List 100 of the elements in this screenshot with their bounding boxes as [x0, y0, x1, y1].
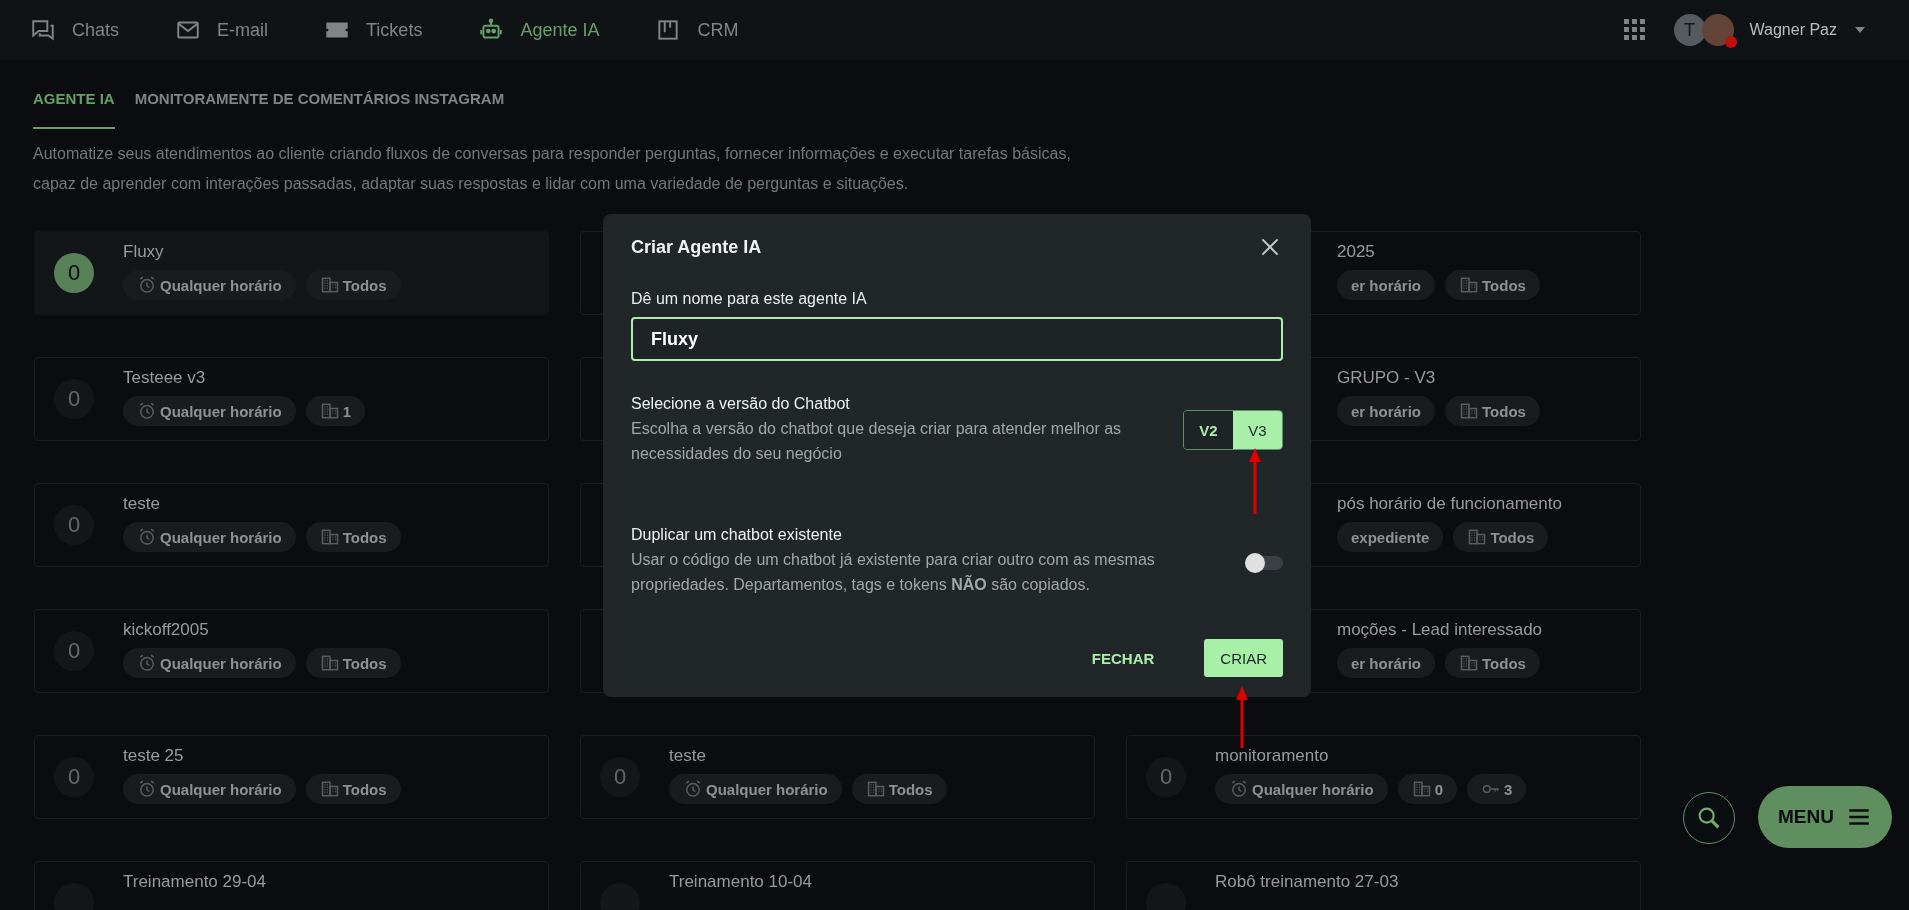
agent-card[interactable]: 0 teste 25 Qualquer horário Todos — [34, 735, 549, 819]
user-menu[interactable]: Wagner Paz — [1749, 21, 1837, 39]
department-chip: Todos — [305, 648, 401, 678]
building-icon — [319, 779, 340, 799]
nav-item[interactable]: Agente IA — [478, 17, 600, 43]
alarm-clock-icon — [137, 275, 157, 295]
apps-grid-icon[interactable] — [1623, 19, 1646, 41]
schedule-chip: er horário — [1337, 396, 1436, 426]
count-avatar: 0 — [54, 757, 94, 797]
agent-name: teste — [669, 746, 706, 766]
agent-name: 2025 — [1337, 242, 1375, 262]
agent-name: Testeee v3 — [123, 368, 206, 388]
count-avatar: 0 — [54, 631, 94, 671]
building-icon — [319, 527, 340, 547]
agent-card[interactable]: Robô treinamento 27-03 — [1126, 861, 1641, 910]
alarm-clock-icon — [137, 779, 157, 799]
department-chip: Todos — [851, 774, 947, 804]
agent-card[interactable]: 0 monitoramento Qualquer horário 0 3 — [1126, 735, 1641, 819]
agent-name: Fluxy — [123, 242, 164, 262]
count-avatar: 0 — [54, 253, 94, 293]
alarm-clock-icon — [137, 653, 157, 673]
agent-name: Treinamento 10-04 — [669, 872, 812, 892]
menu-button[interactable]: MENU — [1758, 786, 1892, 848]
department-chip: Todos — [305, 522, 401, 552]
profile-photo-placeholder — [1701, 14, 1734, 46]
annotation-arrow — [1236, 686, 1248, 748]
annotation-arrow — [1249, 448, 1261, 514]
alarm-clock-icon — [137, 527, 157, 547]
nav-item[interactable]: CRM — [655, 17, 739, 43]
description-text: Automatize seus atendimentos ao cliente criando fluxos de conversas para responder perguntas, fornecer informações e executar tarefas básicas, — [33, 144, 1071, 164]
name-input-field[interactable]: Fluxy — [631, 317, 1283, 361]
agent-card[interactable]: 0 teste Qualquer horário Todos — [580, 735, 1095, 819]
tab[interactable]: MONITORAMENTE DE COMENTÁRIOS INSTAGRAM — [134, 90, 505, 129]
version-description: Escolha a versão do chatbot que deseja criar para atender melhor as necessidades do seu negócio — [631, 419, 1123, 464]
schedule-chip: Qualquer horário — [669, 774, 842, 804]
nav-item[interactable]: Tickets — [324, 17, 423, 43]
agent-card[interactable]: 0 teste Qualquer horário Todos — [34, 483, 549, 567]
building-icon — [319, 275, 340, 295]
schedule-chip: Qualquer horário — [123, 270, 296, 300]
version-title: Selecione a versão do Chatbot — [631, 395, 850, 413]
count-avatar: 0 — [54, 505, 94, 545]
agent-name: kickoff2005 — [123, 620, 209, 640]
nav-item[interactable]: E-mail — [175, 17, 269, 43]
agent-name: pós horário de funcionamento — [1337, 494, 1562, 514]
schedule-chip: expediente — [1337, 522, 1444, 552]
user-avatar: T — [1673, 14, 1706, 46]
department-chip: Todos — [1453, 522, 1549, 552]
schedule-chip: Qualquer horário — [123, 522, 296, 552]
building-icon — [319, 653, 340, 673]
schedule-chip: Qualquer horário — [123, 648, 296, 678]
nav-item[interactable]: Chats — [30, 17, 120, 43]
alarm-clock-icon — [683, 779, 703, 799]
department-chip: Todos — [305, 774, 401, 804]
agent-card[interactable]: 0 kickoff2005 Qualquer horário Todos — [34, 609, 549, 693]
department-chip: 0 — [1397, 774, 1458, 804]
agent-name: GRUPO - V3 — [1337, 368, 1436, 388]
schedule-chip: er horário — [1337, 270, 1436, 300]
building-icon — [1459, 401, 1480, 421]
agent-name: teste 25 — [123, 746, 184, 766]
schedule-chip: Qualquer horário — [123, 774, 296, 804]
token-chip: 3 — [1467, 774, 1527, 804]
description-text: capaz de aprender com interações passadas, adaptar suas respostas e lidar com uma variedade de perguntas e situações. — [33, 174, 909, 194]
count-avatar: 0 — [1146, 757, 1186, 797]
agent-name: Robô treinamento 27-03 — [1215, 872, 1399, 892]
department-chip: 1 — [305, 396, 366, 426]
agent-name: teste — [123, 494, 160, 514]
agent-card[interactable]: 0 Fluxy Qualquer horário Todos — [34, 231, 549, 315]
duplicate-title: Duplicar um chatbot existente — [631, 526, 842, 544]
version-option[interactable]: V3 — [1233, 411, 1282, 449]
name-label: Dê um nome para este agente IA — [631, 290, 867, 308]
schedule-chip: Qualquer horário — [1215, 774, 1388, 804]
schedule-chip: er horário — [1337, 648, 1436, 678]
create-button[interactable]: CRIAR — [1204, 639, 1283, 677]
alarm-clock-icon — [137, 401, 157, 421]
tab[interactable]: AGENTE IA — [33, 90, 115, 129]
department-chip: Todos — [1445, 396, 1540, 426]
caret-icon[interactable] — [1855, 27, 1865, 33]
agent-name: moções - Lead interessado — [1337, 620, 1543, 640]
building-icon — [1459, 653, 1480, 673]
count-avatar: 0 — [600, 757, 640, 797]
search-button[interactable] — [1683, 792, 1735, 844]
agent-card[interactable]: 0 Testeee v3 Qualquer horário 1 — [34, 357, 549, 441]
agent-card[interactable]: Treinamento 10-04 — [580, 861, 1095, 910]
building-icon — [1459, 275, 1480, 295]
chat-bubbles-icon — [30, 17, 56, 43]
agent-card[interactable]: Treinamento 29-04 — [34, 861, 549, 910]
building-icon — [1411, 779, 1432, 799]
building-icon — [865, 779, 886, 799]
building-icon — [1467, 527, 1488, 547]
alarm-clock-icon — [1229, 779, 1249, 799]
agent-name: monitoramento — [1215, 746, 1329, 766]
schedule-chip: Qualquer horário — [123, 396, 296, 426]
dialog-title: Criar Agente IA — [631, 236, 762, 258]
building-icon — [319, 401, 340, 421]
duplicate-toggle[interactable] — [1247, 556, 1283, 570]
department-chip: Todos — [305, 270, 401, 300]
department-chip: Todos — [1445, 648, 1540, 678]
agent-name: Treinamento 29-04 — [123, 872, 266, 892]
department-chip: Todos — [1445, 270, 1540, 300]
count-avatar: 0 — [54, 379, 94, 419]
